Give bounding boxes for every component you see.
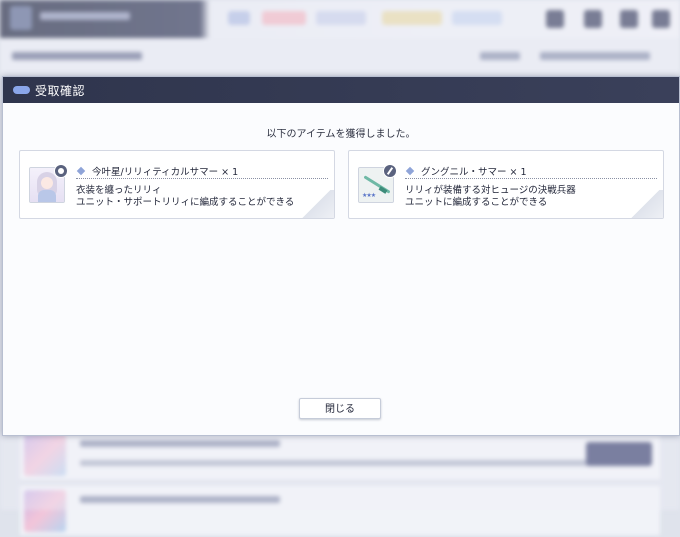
diamond-bullet-icon bbox=[76, 166, 86, 176]
card-corner-decoration bbox=[627, 190, 663, 218]
weapon-type-badge-icon bbox=[383, 164, 397, 178]
reward-item-card: 今叶星/リリィティカルサマー × 1 衣装を纏ったリリィ ユニット・サポートリリ… bbox=[19, 150, 335, 219]
item-name: 今叶星/リリィティカルサマー × 1 bbox=[92, 167, 239, 178]
header-pill-icon bbox=[13, 86, 30, 94]
dialog-header: 受取確認 bbox=[3, 77, 679, 103]
dialog-title: 受取確認 bbox=[35, 84, 86, 98]
item-description-line2: ユニット・サポートリリィに編成することができる bbox=[76, 197, 295, 208]
dotted-divider bbox=[405, 178, 657, 179]
close-button[interactable]: 閉じる bbox=[299, 398, 381, 419]
item-description-line2: ユニットに編成することができる bbox=[405, 197, 548, 208]
reward-item-card: ★★★ グングニル・サマー × 1 リリィが装備する対ヒュージの決戦兵器 ユニッ… bbox=[348, 150, 664, 219]
card-corner-decoration bbox=[298, 190, 334, 218]
receive-confirm-dialog: 受取確認 以下のアイテムを獲得しました。 今叶星/リリィティカルサマー × 1 … bbox=[2, 76, 680, 436]
costume-type-badge-icon bbox=[54, 164, 68, 178]
rarity-stars: ★★★ bbox=[362, 192, 376, 199]
item-name: グングニル・サマー × 1 bbox=[421, 167, 527, 178]
diamond-bullet-icon bbox=[405, 166, 415, 176]
dotted-divider bbox=[76, 178, 328, 179]
dialog-message: 以下のアイテムを獲得しました。 bbox=[266, 129, 416, 140]
